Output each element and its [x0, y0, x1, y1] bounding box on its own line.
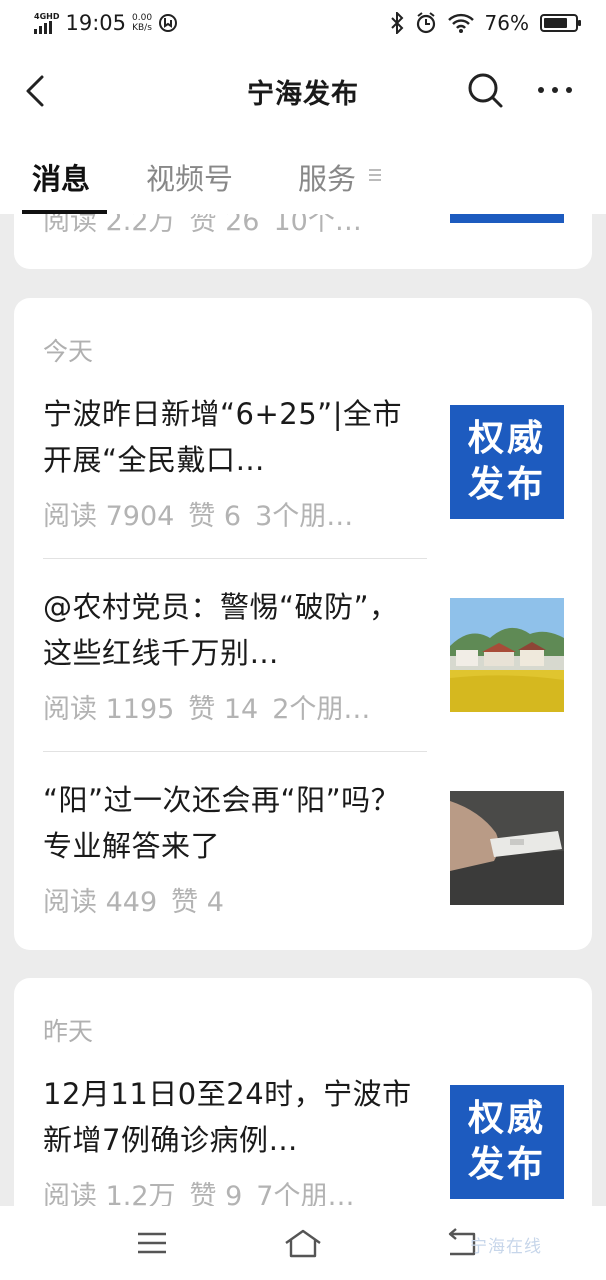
tab-menu-icon[interactable]: [368, 167, 382, 183]
more-icon[interactable]: [536, 82, 574, 98]
village-landscape-thumbnail[interactable]: [450, 598, 564, 712]
article-card[interactable]: 阅读 2.2万赞 26 10个…: [14, 214, 592, 269]
article-title[interactable]: @农村党员：警惕“破防”，这些红线千万别…: [43, 584, 428, 676]
article-item[interactable]: 12月11日0至24时，宁波市新增7例确诊病例… 阅读 1.2万赞 9 7个朋… …: [43, 1071, 565, 1206]
like-count: 赞 6: [188, 501, 242, 532]
like-count: 赞 9: [189, 1181, 243, 1206]
tab-services[interactable]: 服务: [298, 156, 356, 198]
status-right: 76%: [390, 11, 581, 35]
tab-bar: 消息 视频号 服务: [0, 136, 606, 214]
tab-channels[interactable]: 视频号: [146, 156, 233, 198]
article-meta: 阅读 7904 赞 6 3个朋…: [43, 494, 367, 533]
like-count: 赞 14: [188, 694, 259, 725]
network-speed-value: 0.00: [132, 13, 153, 23]
tab-messages[interactable]: 消息: [32, 156, 90, 198]
read-count: 阅读 1.2万: [43, 1181, 176, 1206]
page-title: 宁海发布: [247, 79, 359, 110]
authority-release-thumbnail[interactable]: 权威 发布: [450, 1085, 564, 1199]
network-speed-unit: KB/s: [132, 23, 152, 33]
article-meta: 阅读 449 赞 4: [43, 880, 238, 919]
sync-icon: [159, 14, 178, 32]
article-item[interactable]: “阳”过一次还会再“阳”吗？专业解答来了 阅读 449 赞 4: [43, 777, 565, 969]
read-count: 阅读 449: [43, 887, 158, 918]
thumb-text-line: 发布: [467, 464, 546, 505]
network-speed: 0.00 KB/s: [132, 13, 152, 33]
article-item[interactable]: 宁波昨日新增“6+25”|全市开展“全民戴口… 阅读 7904 赞 6 3个朋… 权…: [43, 391, 565, 583]
battery-fill: [544, 18, 567, 28]
date-label: 昨天: [43, 1017, 94, 1046]
search-icon[interactable]: [466, 71, 504, 109]
bluetooth-icon: [390, 12, 403, 34]
article-meta: 阅读 1195 赞 14 2个朋…: [43, 687, 384, 726]
thumb-text-line: 权威: [467, 418, 546, 459]
day-card-today: 今天 宁波昨日新增“6+25”|全市开展“全民戴口… 阅读 7904 赞 6 3个朋…: [14, 298, 592, 950]
authority-release-thumbnail[interactable]: 权威 发布: [450, 405, 564, 519]
wifi-icon: [447, 13, 474, 33]
signal-bars-icon: [34, 21, 52, 34]
antigen-test-thumbnail[interactable]: [450, 791, 564, 905]
message-list: 阅读 2.2万赞 26 10个… 今天 宁波昨日新增“6+25”|全市开展“全民戴…: [0, 214, 606, 1206]
friend-reads: 10个…: [273, 214, 362, 237]
article-meta: 阅读 1.2万赞 9 7个朋…: [43, 1174, 368, 1206]
friend-reads: 2个朋…: [272, 694, 371, 725]
status-left: 4GHD 19:05 0.00 KB/s: [34, 11, 178, 35]
article-title[interactable]: “阳”过一次还会再“阳”吗？专业解答来了: [43, 777, 428, 869]
date-label: 今天: [43, 337, 94, 366]
network-type: 4GHD: [34, 12, 60, 21]
clock: 19:05: [65, 11, 126, 35]
friend-reads: 3个朋…: [255, 501, 354, 532]
like-count: 赞 4: [171, 887, 224, 918]
divider: [43, 751, 427, 752]
read-count: 阅读 2.2万: [43, 214, 176, 237]
article-meta: 阅读 2.2万赞 26 10个…: [43, 214, 376, 238]
battery-icon: [540, 14, 581, 32]
signal-indicator: 4GHD: [34, 12, 59, 34]
read-count: 阅读 7904: [43, 501, 175, 532]
menu-icon[interactable]: [132, 1226, 172, 1260]
thumb-text-line: 权威: [467, 1098, 546, 1139]
app-header: 宁海发布: [0, 46, 606, 136]
day-card-yesterday: 昨天 12月11日0至24时，宁波市新增7例确诊病例… 阅读 1.2万赞 9 7个…: [14, 978, 592, 1206]
divider: [43, 558, 427, 559]
watermark: 宁海在线: [470, 1237, 542, 1257]
alarm-icon: [416, 12, 435, 34]
battery-percent: 76%: [484, 11, 529, 35]
article-title[interactable]: 12月11日0至24时，宁波市新增7例确诊病例…: [43, 1071, 428, 1163]
article-thumbnail[interactable]: [450, 214, 564, 223]
home-icon[interactable]: [283, 1226, 323, 1260]
friend-reads: 7个朋…: [256, 1181, 355, 1206]
read-count: 阅读 1195: [43, 694, 175, 725]
article-item[interactable]: @农村党员：警惕“破防”，这些红线千万别… 阅读 1195 赞 14 2个朋…: [43, 584, 565, 776]
thumb-text-line: 发布: [467, 1144, 546, 1185]
like-count: 赞 26: [189, 214, 260, 237]
article-title[interactable]: 宁波昨日新增“6+25”|全市开展“全民戴口…: [43, 391, 428, 483]
status-bar: 4GHD 19:05 0.00 KB/s 76%: [0, 0, 606, 46]
